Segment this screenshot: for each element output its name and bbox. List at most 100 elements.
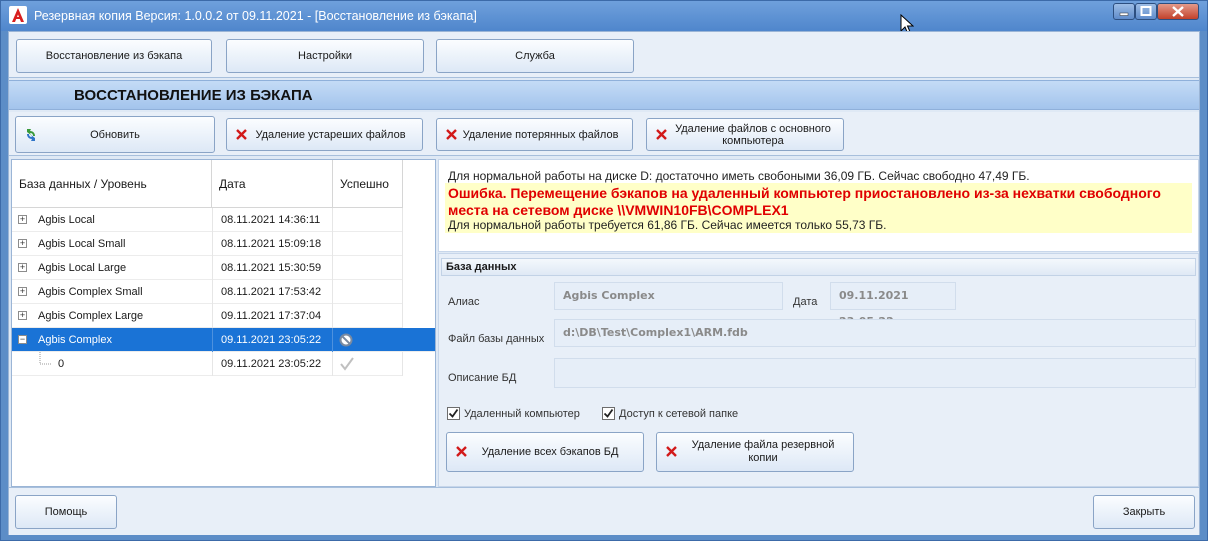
table-row[interactable]: + Agbis Local Large 08.11.2021 15:30:59 <box>12 256 403 280</box>
db-file-field[interactable]: d:\DB\Test\Complex1\ARM.fdb <box>554 319 1196 347</box>
maximize-button[interactable] <box>1135 3 1157 20</box>
collapse-icon[interactable]: − <box>18 335 27 344</box>
expand-icon[interactable]: + <box>18 215 27 224</box>
delete-backup-file-button[interactable]: Удаление файла резервной копии <box>656 432 854 472</box>
delete-icon <box>456 446 467 457</box>
close-button[interactable]: Закрыть <box>1093 495 1195 529</box>
disk-status-panel: Для нормальной работы на диске D: достат… <box>438 159 1199 252</box>
settings-tab-button[interactable]: Настройки <box>226 39 424 73</box>
check-icon <box>340 357 354 371</box>
footer-bar: Помощь Закрыть <box>9 487 1199 535</box>
table-row[interactable]: + Agbis Local Small 08.11.2021 15:09:18 <box>12 232 403 256</box>
minimize-icon <box>1119 12 1129 16</box>
database-section-title: База данных <box>441 258 1196 276</box>
disk-info-line: Для нормальной работы на диске D: достат… <box>448 169 1030 183</box>
checkmark-icon <box>448 408 459 418</box>
alias-field[interactable]: Agbis Complex <box>554 282 783 310</box>
expand-icon[interactable]: + <box>18 287 27 296</box>
row-date: 08.11.2021 14:36:11 <box>212 208 333 232</box>
delete-lost-files-button[interactable]: Удаление потерянных файлов <box>436 118 633 151</box>
row-date: 08.11.2021 15:30:59 <box>212 256 333 280</box>
column-header-success[interactable]: Успешно <box>333 160 403 208</box>
row-status <box>333 232 403 256</box>
date-label: Дата <box>793 296 818 308</box>
row-status <box>333 256 403 280</box>
row-name: Agbis Complex Large <box>38 310 144 322</box>
table-row[interactable]: + Agbis Local 08.11.2021 14:36:11 <box>12 208 403 232</box>
row-name: Agbis Complex Small <box>38 286 143 298</box>
error-message: Ошибка. Перемещение бэкапов на удаленный… <box>448 185 1161 218</box>
table-row[interactable]: + Agbis Complex Small 08.11.2021 17:53:4… <box>12 280 403 304</box>
delete-all-backups-label: Удаление всех бэкапов БД <box>481 446 619 458</box>
delete-main-files-label: Удаление файлов с основного компьютера <box>675 122 831 147</box>
table-row[interactable]: + Agbis Complex Large 09.11.2021 17:37:0… <box>12 304 403 328</box>
db-file-label: Файл базы данных <box>448 333 545 345</box>
expand-icon[interactable]: + <box>18 311 27 320</box>
checkmark-icon <box>603 408 614 418</box>
close-window-button[interactable] <box>1157 3 1199 20</box>
row-status <box>333 328 403 352</box>
title-bar[interactable]: Резервная копия Версия: 1.0.0.2 от 09.11… <box>1 1 1207 35</box>
row-status <box>333 304 403 328</box>
backups-tree-grid[interactable]: База данных / Уровень Дата Успешно + Agb… <box>11 159 436 487</box>
expand-icon[interactable]: + <box>18 263 27 272</box>
network-info-line: Для нормальной работы требуется 61,86 ГБ… <box>448 218 887 232</box>
alias-label: Алиас <box>448 296 480 308</box>
window-title: Резервная копия Версия: 1.0.0.2 от 09.11… <box>34 9 477 23</box>
client-area: Восстановление из бэкапа Настройки Служб… <box>8 31 1200 535</box>
app-logo-icon <box>9 6 27 24</box>
db-description-field[interactable] <box>554 358 1196 388</box>
row-name: Agbis Local <box>38 214 95 226</box>
page-title: ВОССТАНОВЛЕНИЕ ИЗ БЭКАПА <box>74 87 313 104</box>
table-row[interactable]: 0 09.11.2021 23:05:22 <box>12 352 403 376</box>
row-status <box>333 352 403 376</box>
delete-icon <box>446 128 457 140</box>
column-header-database[interactable]: База данных / Уровень <box>12 160 212 208</box>
row-date: 09.11.2021 23:05:22 <box>212 328 333 352</box>
column-header-date[interactable]: Дата <box>212 160 333 208</box>
delete-backup-file-label: Удаление файла резервной копии <box>691 439 835 464</box>
row-date: 09.11.2021 17:37:04 <box>212 304 333 328</box>
row-date: 09.11.2021 23:05:22 <box>212 352 333 376</box>
actions-toolbar: Обновить Удаление устарeших файлов Удале… <box>9 112 1199 156</box>
database-panel: База данных Алиас Agbis Complex Дата 09.… <box>438 253 1199 487</box>
maximize-icon <box>1140 6 1152 16</box>
delete-icon <box>656 128 667 140</box>
expand-icon[interactable]: + <box>18 239 27 248</box>
date-field[interactable]: 09.11.2021 23:05:22 <box>830 282 956 328</box>
failed-status-icon <box>339 333 353 347</box>
delete-old-files-button[interactable]: Удаление устарeших файлов <box>226 118 423 151</box>
remote-computer-checkbox[interactable] <box>447 407 460 420</box>
row-name: Agbis Local Small <box>38 238 126 250</box>
restore-tab-button[interactable]: Восстановление из бэкапа <box>16 39 212 73</box>
close-icon <box>1172 6 1184 17</box>
row-name: Agbis Local Large <box>38 262 127 274</box>
delete-icon <box>236 128 247 140</box>
delete-icon <box>666 446 677 457</box>
details-panel: Для нормальной работы на диске D: достат… <box>438 159 1199 487</box>
delete-old-files-label: Удаление устарeших файлов <box>255 128 406 141</box>
section-header: ВОССТАНОВЛЕНИЕ ИЗ БЭКАПА <box>9 80 1199 110</box>
help-button[interactable]: Помощь <box>15 495 117 529</box>
row-date: 08.11.2021 15:09:18 <box>212 232 333 256</box>
refresh-button[interactable]: Обновить <box>15 116 215 153</box>
service-tab-button[interactable]: Служба <box>436 39 634 73</box>
row-date: 08.11.2021 17:53:42 <box>212 280 333 304</box>
table-row-selected[interactable]: − Agbis Complex 09.11.2021 23:05:22 <box>12 328 435 352</box>
delete-all-backups-button[interactable]: Удаление всех бэкапов БД <box>446 432 644 472</box>
network-share-checkbox[interactable] <box>602 407 615 420</box>
refresh-label: Обновить <box>90 128 140 141</box>
row-name: 0 <box>58 358 65 370</box>
db-description-label: Описание БД <box>448 372 517 384</box>
delete-main-files-button[interactable]: Удаление файлов с основного компьютера <box>646 118 844 151</box>
delete-lost-files-label: Удаление потерянных файлов <box>462 128 619 141</box>
tree-line-icon <box>39 352 52 365</box>
minimize-button[interactable] <box>1113 3 1135 20</box>
row-name: Agbis Complex <box>38 334 112 346</box>
top-toolbar: Восстановление из бэкапа Настройки Служб… <box>9 32 1199 78</box>
remote-computer-label: Удаленный компьютер <box>464 408 580 420</box>
refresh-icon <box>27 128 35 141</box>
row-status <box>333 208 403 232</box>
network-share-label: Доступ к сетевой папке <box>619 408 739 420</box>
main-window: Резервная копия Версия: 1.0.0.2 от 09.11… <box>0 0 1208 541</box>
